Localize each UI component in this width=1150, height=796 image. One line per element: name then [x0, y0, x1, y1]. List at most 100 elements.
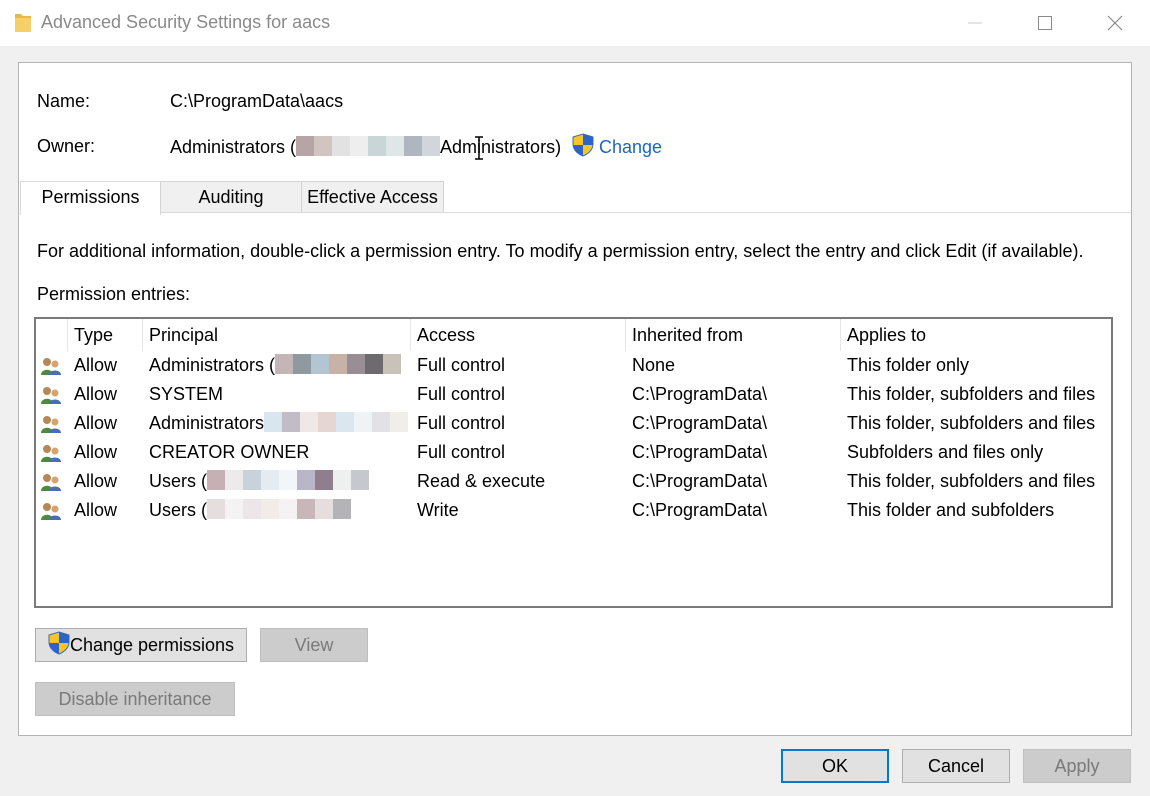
cell-access-text: Full control [417, 384, 506, 404]
cell-type-text: Allow [74, 355, 118, 375]
user-group-icon [41, 445, 61, 462]
cell-inherited-from: C:\ProgramData\ [632, 409, 767, 438]
cell-type-text: Allow [74, 471, 118, 491]
cancel-button[interactable]: Cancel [902, 749, 1010, 783]
apply-button[interactable]: Apply [1023, 749, 1131, 783]
disable-inheritance-button[interactable]: Disable inheritance [35, 682, 235, 716]
table-row[interactable]: Allow Administrators ( Full control None Thi… [36, 351, 1111, 380]
folder-icon [15, 14, 31, 32]
cell-applies-to-text: This folder, subfolders and files [847, 471, 1096, 491]
cell-applies-to: Subfolders and files only [847, 438, 1043, 467]
redacted-principal [207, 470, 369, 490]
column-header-inherited-from[interactable]: Inherited from [626, 319, 841, 351]
window-title: Advanced Security Settings for aacs [41, 12, 331, 32]
table-row[interactable]: Allow Administrators Full control C:\Progra… [36, 409, 1111, 438]
cell-inherited-from: None [632, 351, 675, 380]
owner-value-start: Administrators ( [170, 137, 297, 157]
cell-access: Full control [417, 380, 505, 409]
maximize-icon [1038, 16, 1052, 30]
owner-value-end: Administrators) [440, 137, 562, 157]
name-value: C:\ProgramData\aacs [170, 91, 344, 111]
cell-principal-text: Users ( [149, 471, 207, 491]
table-row[interactable]: Allow SYSTEM Full control C:\ProgramData\ Th… [36, 380, 1111, 409]
redacted-owner [296, 136, 441, 156]
view-button[interactable]: View [260, 628, 368, 662]
cell-type-text: Allow [74, 384, 118, 404]
redacted-principal [207, 499, 351, 519]
cell-access-text: Full control [417, 413, 506, 433]
cell-inherited-from: C:\ProgramData\ [632, 467, 767, 496]
user-group-icon [41, 387, 61, 404]
tab-permissions[interactable]: Permissions [20, 181, 161, 215]
column-header-type[interactable]: Type [68, 319, 143, 351]
cell-applies-to-text: Subfolders and files only [847, 442, 1044, 462]
column-header-icon[interactable] [36, 319, 68, 351]
tab-effective-access[interactable]: Effective Access [301, 181, 444, 213]
cell-principal: Administrators ( [149, 351, 402, 380]
user-group-icon [41, 358, 61, 375]
user-group-icon [41, 503, 61, 520]
permission-entries-list[interactable]: Type Principal Access Inherited from App… [34, 317, 1113, 608]
cell-inherited-from-text: C:\ProgramData\ [632, 442, 768, 462]
maximize-button[interactable] [1010, 0, 1080, 46]
cell-principal-text: Administrators [149, 413, 265, 433]
cell-inherited-from-text: C:\ProgramData\ [632, 471, 768, 491]
cell-inherited-from-text: C:\ProgramData\ [632, 384, 768, 404]
cell-principal: Administrators [149, 409, 409, 438]
cell-applies-to: This folder, subfolders and files [847, 467, 1095, 496]
cell-principal: Users ( [149, 496, 351, 525]
owner-value: Administrators ( Administrators) [170, 136, 561, 158]
cell-type: Allow [74, 438, 117, 467]
change-owner-link[interactable]: Change [572, 133, 662, 158]
cell-access-text: Full control [417, 442, 506, 462]
tab-divider [160, 212, 1131, 213]
cell-type: Allow [74, 467, 117, 496]
uac-shield-icon [48, 631, 70, 655]
column-header-applies-to[interactable]: Applies to [841, 319, 1111, 351]
change-permissions-button[interactable]: Change permissions [35, 628, 247, 662]
cell-inherited-from: C:\ProgramData\ [632, 496, 767, 525]
close-button[interactable] [1080, 0, 1150, 46]
cell-principal: Users ( [149, 467, 369, 496]
close-icon [1107, 15, 1123, 31]
cell-access: Full control [417, 351, 505, 380]
table-row[interactable]: Allow CREATOR OWNER Full control C:\Program… [36, 438, 1111, 467]
cell-applies-to: This folder only [847, 351, 969, 380]
tab-auditing[interactable]: Auditing [160, 181, 302, 213]
cell-inherited-from: C:\ProgramData\ [632, 380, 767, 409]
cell-type: Allow [74, 409, 117, 438]
cell-applies-to-text: This folder, subfolders and files [847, 384, 1096, 404]
instructions-text: For additional information, double-click… [37, 241, 1084, 261]
cell-access-text: Write [417, 500, 459, 520]
owner-label: Owner: [37, 136, 96, 156]
cell-applies-to: This folder, subfolders and files [847, 380, 1095, 409]
cell-applies-to-text: This folder only [847, 355, 970, 375]
cell-access: Full control [417, 409, 505, 438]
cell-type-text: Allow [74, 442, 118, 462]
cell-access-text: Read & execute [417, 471, 546, 491]
minimize-icon [968, 22, 982, 24]
table-row[interactable]: Allow Users ( Read & execute C:\ProgramData… [36, 467, 1111, 496]
cell-type: Allow [74, 351, 117, 380]
cell-access: Full control [417, 438, 505, 467]
column-header-principal[interactable]: Principal [143, 319, 411, 351]
uac-shield-icon [572, 133, 594, 157]
cell-type: Allow [74, 496, 117, 525]
user-group-icon [41, 416, 61, 433]
user-group-icon [41, 474, 61, 491]
cell-principal-text: Users ( [149, 500, 207, 520]
cell-type-text: Allow [74, 500, 118, 520]
column-header-access[interactable]: Access [411, 319, 626, 351]
table-row[interactable]: Allow Users (Write C:\ProgramData\ This fol… [36, 496, 1111, 525]
cell-principal-text: SYSTEM [149, 384, 224, 404]
cell-inherited-from-text: C:\ProgramData\ [632, 413, 768, 433]
cell-principal-text: Administrators ( [149, 355, 276, 375]
ok-button[interactable]: OK [781, 749, 889, 783]
change-link-text: Change [599, 137, 663, 157]
cell-access-text: Full control [417, 355, 506, 375]
text-cursor-icon [475, 136, 483, 160]
cell-access: Read & execute [417, 467, 545, 496]
redacted-principal [275, 354, 402, 374]
minimize-button[interactable] [940, 0, 1010, 46]
name-label: Name: [37, 91, 91, 111]
